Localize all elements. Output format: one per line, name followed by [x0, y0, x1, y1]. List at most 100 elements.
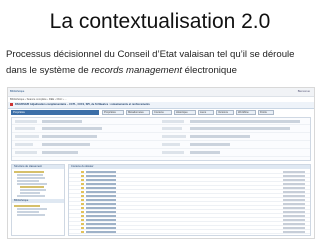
file-name — [86, 195, 116, 197]
form-label — [162, 120, 184, 123]
form-field[interactable] — [190, 151, 220, 154]
tree-header: Structure de classement — [12, 165, 64, 169]
tab-7-label: Droits — [260, 111, 267, 114]
form-label — [15, 143, 33, 146]
body-line-1: Processus décisionnel du Conseil d’Etat … — [6, 49, 295, 60]
tab-0[interactable]: Propriétés — [102, 110, 124, 115]
form-field[interactable] — [190, 143, 230, 146]
file-name — [86, 187, 116, 189]
file-name — [86, 211, 116, 213]
tab-3[interactable]: Historique — [174, 110, 196, 115]
file-name — [86, 175, 116, 177]
form-divider — [12, 140, 310, 141]
tree-item[interactable] — [20, 189, 46, 191]
form-divider — [12, 132, 310, 133]
slide-body: Processus décisionnel du Conseil d’Etat … — [6, 47, 318, 79]
tree-item[interactable] — [17, 177, 45, 179]
form-label — [162, 127, 182, 130]
folder-icon — [81, 211, 84, 213]
body-line-2-pre: dans le système de — [6, 65, 92, 76]
form-field[interactable] — [42, 135, 97, 138]
slide-title: La contextualisation 2.0 — [49, 10, 271, 33]
contents-header: Contenu du dossier — [69, 165, 310, 169]
folder-icon — [81, 219, 84, 221]
folder-icon — [81, 227, 84, 229]
tree-item[interactable] — [17, 208, 47, 210]
tree-item[interactable] — [17, 214, 45, 216]
file-date — [283, 207, 305, 209]
folder-icon — [81, 175, 84, 177]
form-field[interactable] — [42, 151, 78, 154]
file-date — [283, 187, 305, 189]
tab-2[interactable]: Contenu — [152, 110, 172, 115]
document-icon — [10, 103, 13, 106]
tree-item[interactable] — [20, 186, 44, 188]
folder-icon — [81, 231, 84, 233]
tab-4-label: Liens — [200, 111, 207, 114]
form-field[interactable] — [190, 135, 250, 138]
folder-icon — [81, 207, 84, 209]
folder-icon — [81, 183, 84, 185]
tree-item[interactable] — [14, 171, 44, 173]
file-date — [283, 227, 305, 229]
form-field[interactable] — [190, 127, 290, 130]
tree-item[interactable] — [17, 195, 45, 197]
file-name — [86, 215, 116, 217]
form-field[interactable] — [42, 127, 102, 130]
form-label — [162, 135, 186, 138]
tab-6-label: Workflow — [238, 111, 249, 114]
tab-1[interactable]: Métadonnées — [126, 110, 150, 115]
folder-icon — [81, 187, 84, 189]
document-title-bar: DSC/DSC/R Adjudication complémentaire – … — [8, 102, 314, 109]
file-name — [86, 227, 116, 229]
tree-item[interactable] — [17, 183, 47, 185]
folder-icon — [81, 195, 84, 197]
tree-item[interactable] — [17, 180, 39, 182]
tab-3-label: Historique — [176, 111, 188, 114]
file-name — [86, 183, 116, 185]
tab-4[interactable]: Liens — [198, 110, 214, 115]
tab-7[interactable]: Droits — [258, 110, 274, 115]
tree-item[interactable] — [14, 205, 40, 207]
folder-icon — [81, 199, 84, 201]
file-date — [283, 203, 305, 205]
tab-5[interactable]: Versions — [216, 110, 234, 115]
tab-6[interactable]: Workflow — [236, 110, 256, 115]
library-header: Bibliothèque — [12, 199, 64, 203]
tree-item[interactable] — [17, 211, 39, 213]
file-name — [86, 219, 116, 221]
topbar-right: Bienvenue — [297, 90, 310, 93]
file-date — [283, 183, 305, 185]
app-topbar: Bibliothèque Bienvenue — [8, 88, 314, 97]
folder-icon — [81, 179, 84, 181]
file-name — [86, 203, 116, 205]
classification-tree-panel: Structure de classement Bibliothèque — [11, 164, 65, 236]
form-field[interactable] — [42, 143, 90, 146]
records-management-screenshot: Bibliothèque Bienvenue Bibliothèque › Sé… — [7, 87, 315, 239]
file-date — [283, 171, 305, 173]
file-row[interactable] — [69, 230, 310, 234]
tree-item[interactable] — [20, 192, 40, 194]
file-name — [86, 171, 116, 173]
file-name — [86, 231, 116, 233]
file-name — [86, 199, 116, 201]
topbar-title[interactable]: Bibliothèque — [10, 90, 24, 93]
contents-header-label: Contenu du dossier — [71, 165, 94, 168]
form-field[interactable] — [42, 120, 82, 123]
breadcrumb[interactable]: Bibliothèque › Séance complète › DEE › D… — [10, 98, 67, 101]
file-name — [86, 207, 116, 209]
form-label — [15, 151, 37, 154]
form-divider — [12, 156, 310, 157]
properties-panel-header: Propriétés — [11, 110, 99, 115]
tree-item[interactable] — [17, 174, 43, 176]
library-header-label: Bibliothèque — [14, 199, 29, 202]
tab-1-label: Métadonnées — [128, 111, 144, 114]
form-field[interactable] — [190, 120, 300, 123]
file-date — [283, 175, 305, 177]
file-name — [86, 223, 116, 225]
file-date — [283, 231, 305, 233]
form-label — [15, 120, 37, 123]
metadata-form — [11, 117, 311, 161]
file-date — [283, 195, 305, 197]
body-line-2: dans le système de records management él… — [6, 63, 318, 79]
